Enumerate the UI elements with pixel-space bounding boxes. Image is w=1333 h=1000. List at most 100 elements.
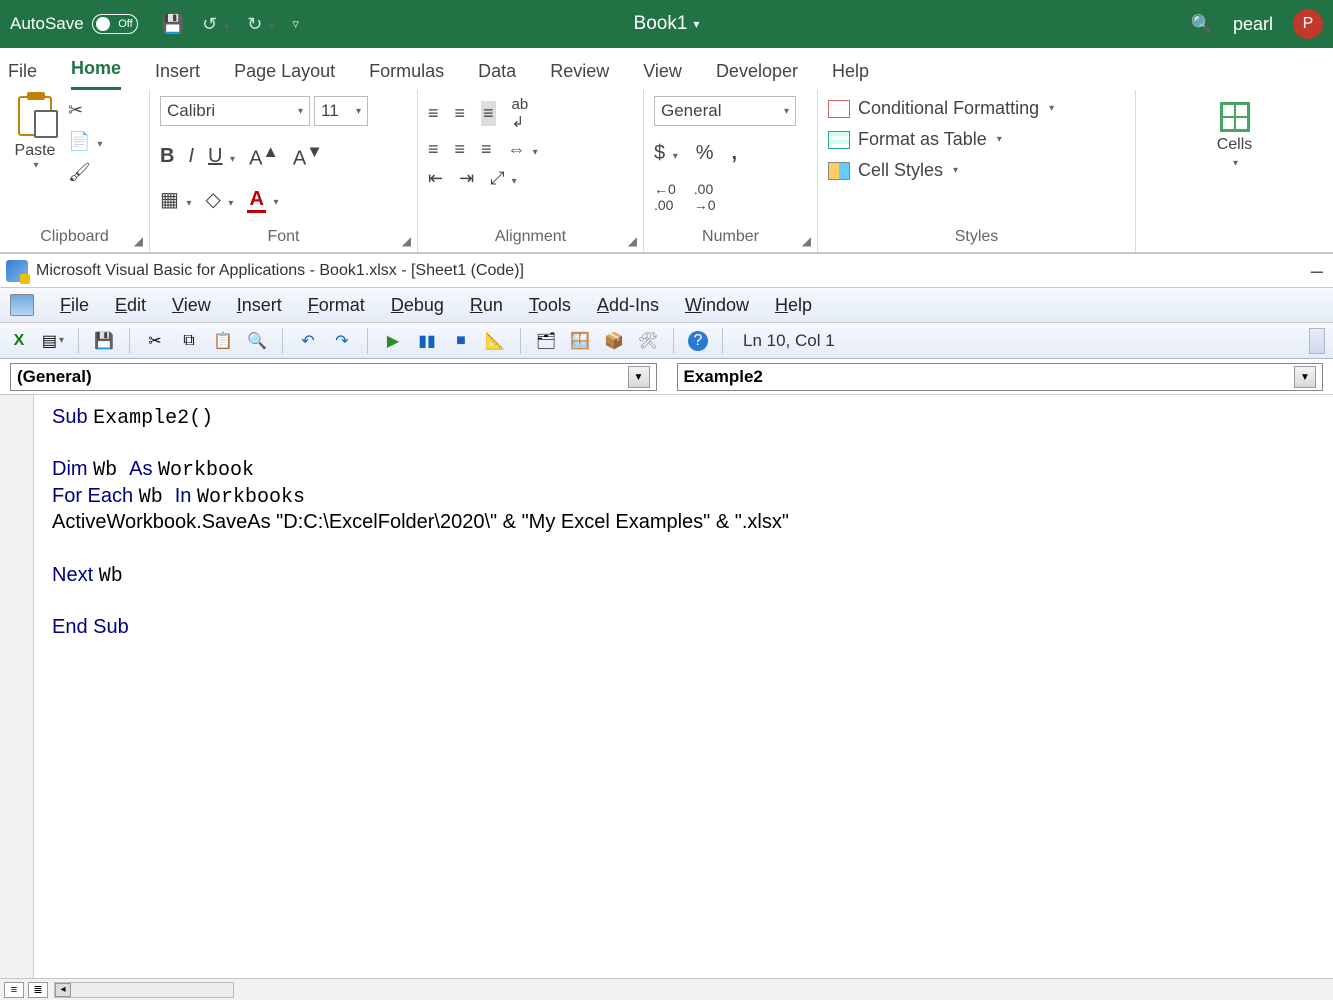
paste-dropdown[interactable]: ▾: [33, 160, 38, 171]
cell-styles-button[interactable]: Cell Styles▾: [828, 160, 1054, 181]
tab-file[interactable]: File: [8, 55, 37, 90]
orientation-icon[interactable]: ⤢ ▾: [490, 168, 516, 189]
user-name[interactable]: pearl: [1233, 14, 1273, 35]
reset-icon[interactable]: ■: [450, 330, 472, 352]
run-icon[interactable]: ▶: [382, 330, 404, 352]
font-color-icon[interactable]: A ▾: [247, 188, 278, 211]
procedure-view-icon[interactable]: ≡: [4, 982, 24, 998]
undo-icon[interactable]: ↺ ▾: [202, 14, 229, 35]
align-left-icon[interactable]: ≡: [428, 139, 439, 160]
properties-icon[interactable]: 🪟: [569, 330, 591, 352]
break-icon[interactable]: ▮▮: [416, 330, 438, 352]
paste-button[interactable]: Paste: [15, 142, 56, 160]
full-module-view-icon[interactable]: ≣: [28, 982, 48, 998]
merge-center-icon[interactable]: ⇔ ▾: [508, 139, 538, 160]
tab-developer[interactable]: Developer: [716, 55, 798, 90]
code-margin: [0, 395, 34, 978]
autosave-toggle[interactable]: Off: [92, 14, 138, 34]
qat-custom-icon[interactable]: ▿: [292, 16, 299, 32]
vba-menu-run[interactable]: Run: [470, 295, 503, 316]
vba-menu-add-ins[interactable]: Add-Ins: [597, 295, 659, 316]
conditional-formatting-button[interactable]: Conditional Formatting▾: [828, 98, 1054, 119]
redo-icon[interactable]: ↻ ▾: [247, 14, 274, 35]
number-format-select[interactable]: General▾: [654, 96, 796, 126]
tab-help[interactable]: Help: [832, 55, 869, 90]
format-painter-icon[interactable]: 🖌: [68, 162, 102, 183]
align-middle-icon[interactable]: ≡: [455, 103, 466, 124]
tab-insert[interactable]: Insert: [155, 55, 200, 90]
align-center-icon[interactable]: ≡: [455, 139, 466, 160]
align-right-icon[interactable]: ≡: [481, 139, 492, 160]
dialog-launcher-icon[interactable]: ◢: [134, 234, 143, 248]
vba-menu-file[interactable]: File: [60, 295, 89, 316]
vba-menu-format[interactable]: Format: [308, 295, 365, 316]
dialog-launcher-icon[interactable]: ◢: [628, 234, 637, 248]
format-as-table-button[interactable]: Format as Table▾: [828, 129, 1054, 150]
undo-icon[interactable]: ↶: [297, 330, 319, 352]
find-icon[interactable]: 🔍: [246, 330, 268, 352]
font-size-select[interactable]: 11▾: [314, 96, 368, 126]
wrap-text-icon[interactable]: ab↲: [512, 96, 529, 131]
tab-page-layout[interactable]: Page Layout: [234, 55, 335, 90]
object-dropdown[interactable]: (General)▼: [10, 363, 657, 391]
vba-menu-window[interactable]: Window: [685, 295, 749, 316]
vba-menu-help[interactable]: Help: [775, 295, 812, 316]
comma-icon[interactable]: ,: [732, 142, 738, 165]
vba-menu-view[interactable]: View: [172, 295, 211, 316]
vba-menu-edit[interactable]: Edit: [115, 295, 146, 316]
paste-icon[interactable]: 📋: [212, 330, 234, 352]
minimize-icon[interactable]: –: [1311, 258, 1327, 284]
dialog-launcher-icon[interactable]: ◢: [402, 234, 411, 248]
vba-menu-insert[interactable]: Insert: [237, 295, 282, 316]
avatar[interactable]: P: [1293, 9, 1323, 39]
bold-button[interactable]: B: [160, 145, 174, 168]
decrease-indent-icon[interactable]: ⇤: [428, 168, 443, 189]
design-mode-icon[interactable]: 📐: [484, 330, 506, 352]
vba-system-menu-icon[interactable]: [10, 294, 34, 316]
vba-menu-tools[interactable]: Tools: [529, 295, 571, 316]
copy-icon[interactable]: 📄 ▾: [68, 131, 102, 152]
dialog-launcher-icon[interactable]: ◢: [802, 234, 811, 248]
scroll-left-icon[interactable]: ◂: [55, 983, 71, 997]
procedure-dropdown[interactable]: Example2▼: [677, 363, 1324, 391]
increase-indent-icon[interactable]: ⇥: [459, 168, 474, 189]
redo-icon[interactable]: ↷: [331, 330, 353, 352]
save-icon[interactable]: 💾: [93, 330, 115, 352]
cut-icon[interactable]: ✂: [68, 100, 102, 121]
italic-button[interactable]: I: [188, 145, 194, 168]
document-title[interactable]: Book1▾: [634, 13, 700, 35]
tab-review[interactable]: Review: [550, 55, 609, 90]
help-icon[interactable]: ?: [688, 331, 708, 351]
cells-button[interactable]: Cells ▾: [1217, 96, 1253, 169]
tab-formulas[interactable]: Formulas: [369, 55, 444, 90]
tab-view[interactable]: View: [643, 55, 682, 90]
toolbox-icon[interactable]: 🛠: [637, 330, 659, 352]
align-top-icon[interactable]: ≡: [428, 103, 439, 124]
code-editor[interactable]: Sub Example2() Dim Wb As Workbook For Ea…: [34, 395, 1333, 978]
tab-data[interactable]: Data: [478, 55, 516, 90]
project-explorer-icon[interactable]: 🗂: [535, 330, 557, 352]
fill-color-icon[interactable]: ◇ ▾: [205, 187, 233, 212]
decrease-decimal-icon[interactable]: .00→0: [694, 181, 716, 213]
percent-icon[interactable]: %: [696, 142, 714, 165]
object-browser-icon[interactable]: 📦: [603, 330, 625, 352]
borders-icon[interactable]: ▦ ▾: [160, 187, 191, 212]
shrink-font-icon[interactable]: A▼: [293, 142, 323, 171]
align-bottom-icon[interactable]: ≡: [481, 101, 496, 126]
vba-menu-debug[interactable]: Debug: [391, 295, 444, 316]
font-name-select[interactable]: Calibri▾: [160, 96, 310, 126]
grow-font-icon[interactable]: A▲: [249, 142, 279, 171]
paste-icon[interactable]: [18, 96, 52, 136]
insert-module-icon[interactable]: ▤▾: [42, 330, 64, 352]
increase-decimal-icon[interactable]: ←0.00: [654, 181, 676, 213]
horizontal-scrollbar[interactable]: ◂: [54, 982, 234, 998]
underline-button[interactable]: U ▾: [208, 145, 235, 168]
view-excel-icon[interactable]: X: [8, 330, 30, 352]
copy-icon[interactable]: ⧉: [178, 330, 200, 352]
cut-icon[interactable]: ✂: [144, 330, 166, 352]
tab-home[interactable]: Home: [71, 52, 121, 90]
toolbar-overflow-icon[interactable]: [1309, 328, 1325, 354]
search-icon[interactable]: 🔍: [1191, 14, 1213, 35]
currency-icon[interactable]: $ ▾: [654, 142, 678, 165]
save-icon[interactable]: 💾: [162, 14, 184, 35]
